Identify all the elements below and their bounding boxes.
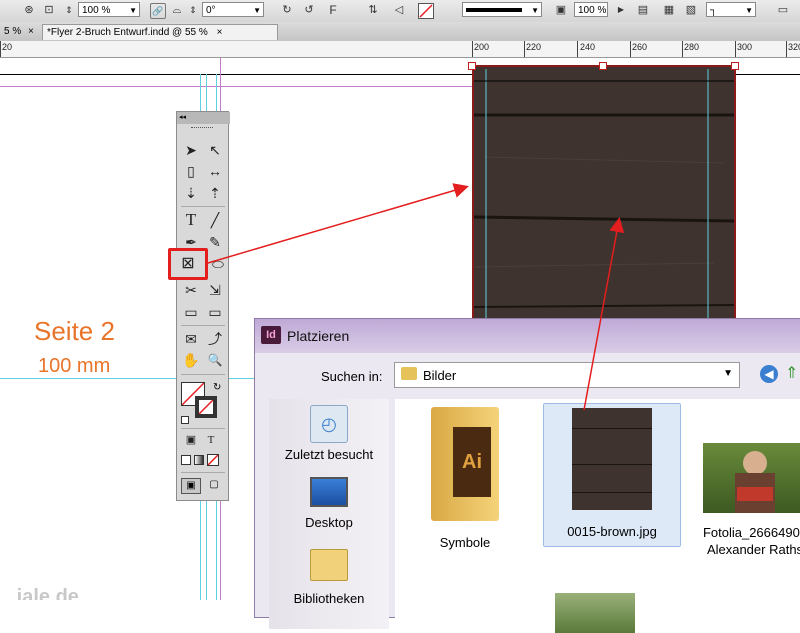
annotation-arrows <box>207 183 625 411</box>
arrow-to-frame <box>207 183 469 264</box>
arrow-to-image <box>583 217 625 411</box>
